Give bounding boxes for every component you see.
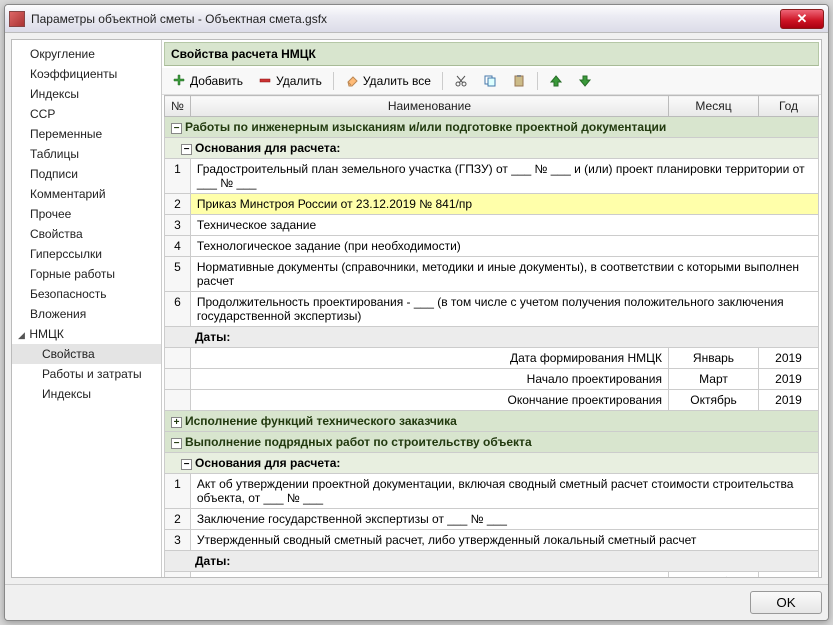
data-grid[interactable]: № Наименование Месяц Год −Работы по инже…	[164, 95, 819, 577]
titlebar: Параметры объектной сметы - Объектная см…	[5, 5, 828, 33]
panel-title: Свойства расчета НМЦК	[164, 42, 819, 66]
copy-button[interactable]	[477, 71, 503, 91]
table-row[interactable]: 3Техническое задание	[165, 215, 819, 236]
sidebar-item[interactable]: ССР	[12, 104, 161, 124]
sidebar-item[interactable]: Округление	[12, 44, 161, 64]
expand-icon: ◢	[18, 330, 26, 341]
table-row[interactable]: 2Заключение государственной экспертизы о…	[165, 509, 819, 530]
subgroup-row[interactable]: −Основания для расчета:	[165, 138, 819, 159]
expand-icon[interactable]: +	[171, 417, 182, 428]
scissors-icon	[454, 74, 468, 88]
content-area: Округление Коэффициенты Индексы ССР Пере…	[11, 39, 822, 578]
main-panel: Свойства расчета НМЦК Добавить Удалить	[162, 40, 821, 577]
sidebar-item[interactable]: Коэффициенты	[12, 64, 161, 84]
collapse-icon[interactable]: −	[171, 438, 182, 449]
plus-icon	[172, 74, 186, 88]
table-row[interactable]: 1Градостроительный план земельного участ…	[165, 159, 819, 194]
paste-icon	[512, 74, 526, 88]
app-icon	[9, 11, 25, 27]
move-down-button[interactable]	[572, 71, 598, 91]
table-row[interactable]: 6Продолжительность проектирования - ___ …	[165, 292, 819, 327]
dates-header: Даты:	[165, 327, 819, 348]
minus-icon	[258, 74, 272, 88]
close-button[interactable]: ✕	[780, 9, 824, 29]
dialog-window: Параметры объектной сметы - Объектная см…	[4, 4, 829, 621]
grid-scroll[interactable]: № Наименование Месяц Год −Работы по инже…	[162, 95, 821, 577]
subgroup-row[interactable]: −Основания для расчета:	[165, 453, 819, 474]
table-row[interactable]: 4Технологическое задание (при необходимо…	[165, 236, 819, 257]
dates-header: Даты:	[165, 551, 819, 572]
collapse-icon[interactable]: −	[181, 459, 192, 470]
separator	[537, 72, 538, 90]
toolbar: Добавить Удалить Удалить все	[162, 68, 821, 95]
group-row[interactable]: −Работы по инженерным изысканиям и/или п…	[165, 117, 819, 138]
date-row[interactable]: Окончание проектированияОктябрь2019	[165, 390, 819, 411]
cut-button[interactable]	[448, 71, 474, 91]
sidebar-item-nmck[interactable]: ◢ НМЦК	[12, 324, 161, 344]
sidebar-item[interactable]: Горные работы	[12, 264, 161, 284]
collapse-icon[interactable]: −	[181, 144, 192, 155]
ok-button[interactable]: OK	[750, 591, 822, 614]
table-row[interactable]: 1Акт об утверждении проектной документац…	[165, 474, 819, 509]
sidebar[interactable]: Округление Коэффициенты Индексы ССР Пере…	[12, 40, 162, 577]
delete-button[interactable]: Удалить	[252, 71, 328, 91]
copy-icon	[483, 74, 497, 88]
separator	[442, 72, 443, 90]
arrow-up-icon	[549, 74, 563, 88]
window-title: Параметры объектной сметы - Объектная см…	[31, 12, 780, 26]
arrow-down-icon	[578, 74, 592, 88]
date-row[interactable]: Начало проектированияМарт2019	[165, 369, 819, 390]
sidebar-item[interactable]: Безопасность	[12, 284, 161, 304]
table-row[interactable]: 3Утвержденный сводный сметный расчет, ли…	[165, 530, 819, 551]
sidebar-item-nmck-props[interactable]: Свойства	[12, 344, 161, 364]
sidebar-item[interactable]: Вложения	[12, 304, 161, 324]
sidebar-item-nmck-works[interactable]: Работы и затраты	[12, 364, 161, 384]
sidebar-item[interactable]: Переменные	[12, 124, 161, 144]
sidebar-item[interactable]: Подписи	[12, 164, 161, 184]
add-button[interactable]: Добавить	[166, 71, 249, 91]
group-row[interactable]: +Исполнение функций технического заказчи…	[165, 411, 819, 432]
col-month[interactable]: Месяц	[669, 96, 759, 117]
sidebar-item-nmck-indexes[interactable]: Индексы	[12, 384, 161, 404]
sidebar-item-label: НМЦК	[29, 327, 64, 341]
collapse-icon[interactable]: −	[171, 123, 182, 134]
sidebar-item[interactable]: Гиперссылки	[12, 244, 161, 264]
sidebar-item[interactable]: Таблицы	[12, 144, 161, 164]
eraser-icon	[345, 74, 359, 88]
col-num[interactable]: №	[165, 96, 191, 117]
sidebar-item[interactable]: Индексы	[12, 84, 161, 104]
group-row[interactable]: −Выполнение подрядных работ по строитель…	[165, 432, 819, 453]
paste-button[interactable]	[506, 71, 532, 91]
table-row-selected[interactable]: 2Приказ Минстроя России от 23.12.2019 № …	[165, 194, 819, 215]
move-up-button[interactable]	[543, 71, 569, 91]
sidebar-item[interactable]: Комментарий	[12, 184, 161, 204]
footer: OK	[5, 584, 828, 620]
separator	[333, 72, 334, 90]
date-row[interactable]: Дата формирования НМЦКЯнварь2019	[165, 348, 819, 369]
date-row[interactable]: Дата формирования НМЦКСентябрь2019	[165, 572, 819, 578]
col-year[interactable]: Год	[759, 96, 819, 117]
sidebar-item[interactable]: Прочее	[12, 204, 161, 224]
sidebar-item[interactable]: Свойства	[12, 224, 161, 244]
table-row[interactable]: 5Нормативные документы (справочники, мет…	[165, 257, 819, 292]
delete-all-button[interactable]: Удалить все	[339, 71, 437, 91]
col-name[interactable]: Наименование	[190, 96, 668, 117]
